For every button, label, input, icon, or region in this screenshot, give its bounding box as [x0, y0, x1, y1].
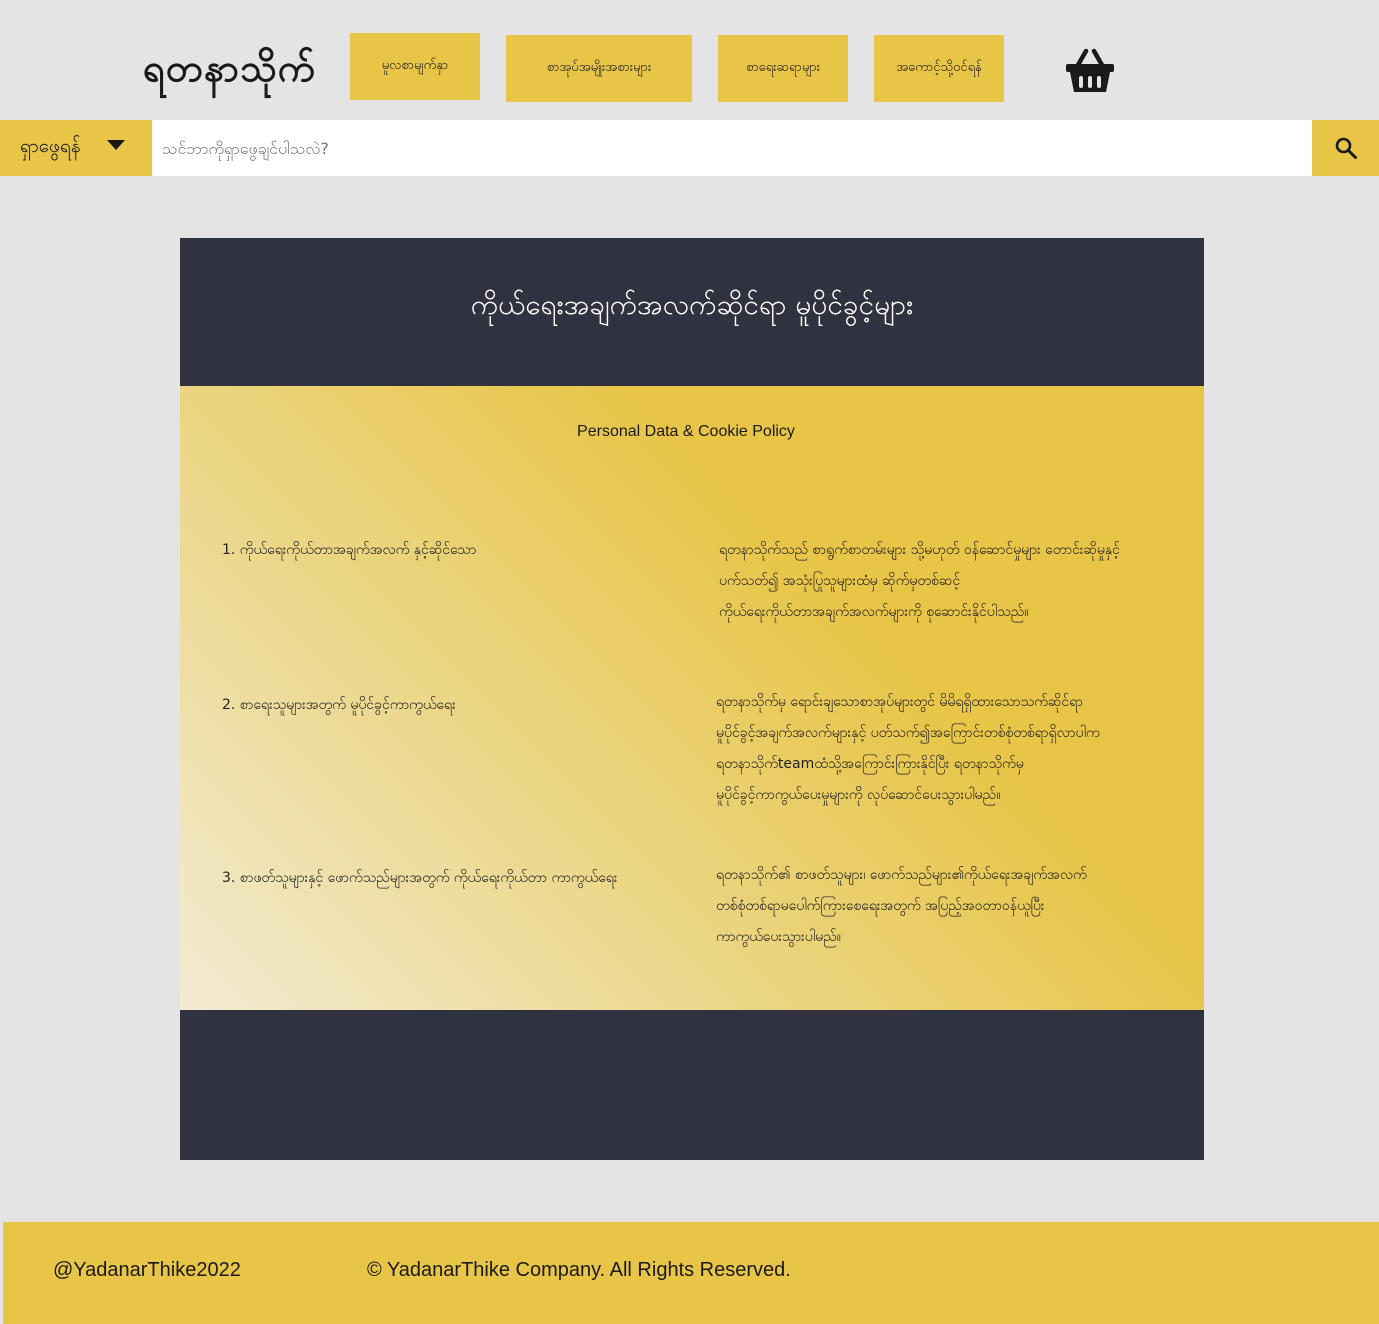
section-heading: 3. စာဖတ်သူများနှင့် ဖောက်သည်များအတွက် ကိ…: [222, 870, 618, 886]
card-footer: [180, 1010, 1204, 1160]
section-text-line: တစ်စုံတစ်ရာမပေါက်ကြားစေရေးအတွက် အပြည့်အဝ…: [716, 898, 1045, 914]
nav-home-button[interactable]: မူလစာမျက်နှာ: [350, 33, 480, 100]
card-header: ကိုယ်ရေးအချက်အလက်ဆိုင်ရာ မူပိုင်ခွင့်မျာ…: [180, 238, 1204, 386]
nav-login-button[interactable]: အကောင့်သို့ဝင်ရန်: [874, 35, 1004, 102]
privacy-policy-card: ကိုယ်ရေးအချက်အလက်ဆိုင်ရာ မူပိုင်ခွင့်မျာ…: [180, 238, 1204, 1160]
search-input[interactable]: [152, 120, 1312, 176]
section-text-line: ရတနာသိုက်သည် စာရွက်စာတမ်းများ သို့မဟုတ် …: [719, 542, 1120, 558]
section-text-line: ကိုယ်ရေးကိုယ်တာအချက်အလက်များကို စုဆောင်း…: [719, 604, 1029, 620]
search-button[interactable]: [1312, 120, 1379, 176]
search-icon: [1335, 137, 1357, 159]
section-text-line: ရတနာသိုက်မှ ရောင်းချသောစာအုပ်များတွင် မိ…: [716, 694, 1083, 710]
page-subtitle: Personal Data & Cookie Policy: [577, 423, 795, 440]
section-text-line: ရတနာသိုက်၏ စာဖတ်သူများ၊ ဖောက်သည်များ၏ကို…: [716, 867, 1087, 883]
search-dropdown-label: ရှာဖွေရန်: [20, 135, 81, 157]
card-body: Personal Data & Cookie Policy 1. ကိုယ်ရေ…: [180, 386, 1204, 1010]
page-title: ကိုယ်ရေးအချက်အလက်ဆိုင်ရာ မူပိုင်ခွင့်မျာ…: [470, 288, 914, 321]
basket-icon[interactable]: [1065, 48, 1115, 94]
section-text-line: ရတနာသိုက်teamထံသို့အကြောင်းကြားနိုင်ပြီး…: [716, 756, 1024, 772]
chevron-down-icon: [107, 140, 125, 150]
section-text-line: မူပိုင်ခွင့်အချက်အလက်များနှင့် ပတ်သက်၍အက…: [716, 725, 1100, 741]
section-heading: 2. စာရေးသူများအတွက် မူပိုင်ခွင့်ကာကွယ်ရေ…: [222, 697, 456, 713]
copyright-text: © YadanarThike Company. All Rights Reser…: [367, 1259, 791, 1281]
section-text-line: မူပိုင်ခွင့်ကာကွယ်ပေးမှုများကို လုပ်ဆောင…: [716, 787, 1001, 803]
section-text: ရတနာသိုက်၏ စာဖတ်သူများ၊ ဖောက်သည်များ၏ကို…: [716, 860, 1186, 953]
page-footer: @YadanarThike2022 © YadanarThike Company…: [3, 1222, 1379, 1324]
section-text-line: ကာကွယ်ပေးသွားပါမည်။: [716, 929, 841, 945]
site-logo[interactable]: ရတနာသိုက်: [143, 44, 316, 100]
section-text: ရတနာသိုက်မှ ရောင်းချသောစာအုပ်များတွင် မိ…: [716, 687, 1186, 811]
search-category-dropdown[interactable]: ရှာဖွေရန်: [0, 120, 152, 176]
nav-authors-button[interactable]: စာရေးဆရာများ: [718, 35, 848, 102]
section-text-line: ပက်သတ်၍ အသုံးပြုသူများထံမှ ဆိုက်မှတစ်ဆင့…: [719, 573, 961, 589]
section-heading: 1. ကိုယ်ရေးကိုယ်တာအချက်အလက် နှင့်ဆိုင်သေ…: [222, 542, 477, 558]
social-handle[interactable]: @YadanarThike2022: [53, 1259, 241, 1282]
section-text: ရတနာသိုက်သည် စာရွက်စာတမ်းများ သို့မဟုတ် …: [719, 535, 1189, 628]
search-bar: ရှာဖွေရန်: [0, 120, 1379, 176]
nav-categories-button[interactable]: စာအုပ်အမျိုးအစားများ: [506, 35, 692, 102]
